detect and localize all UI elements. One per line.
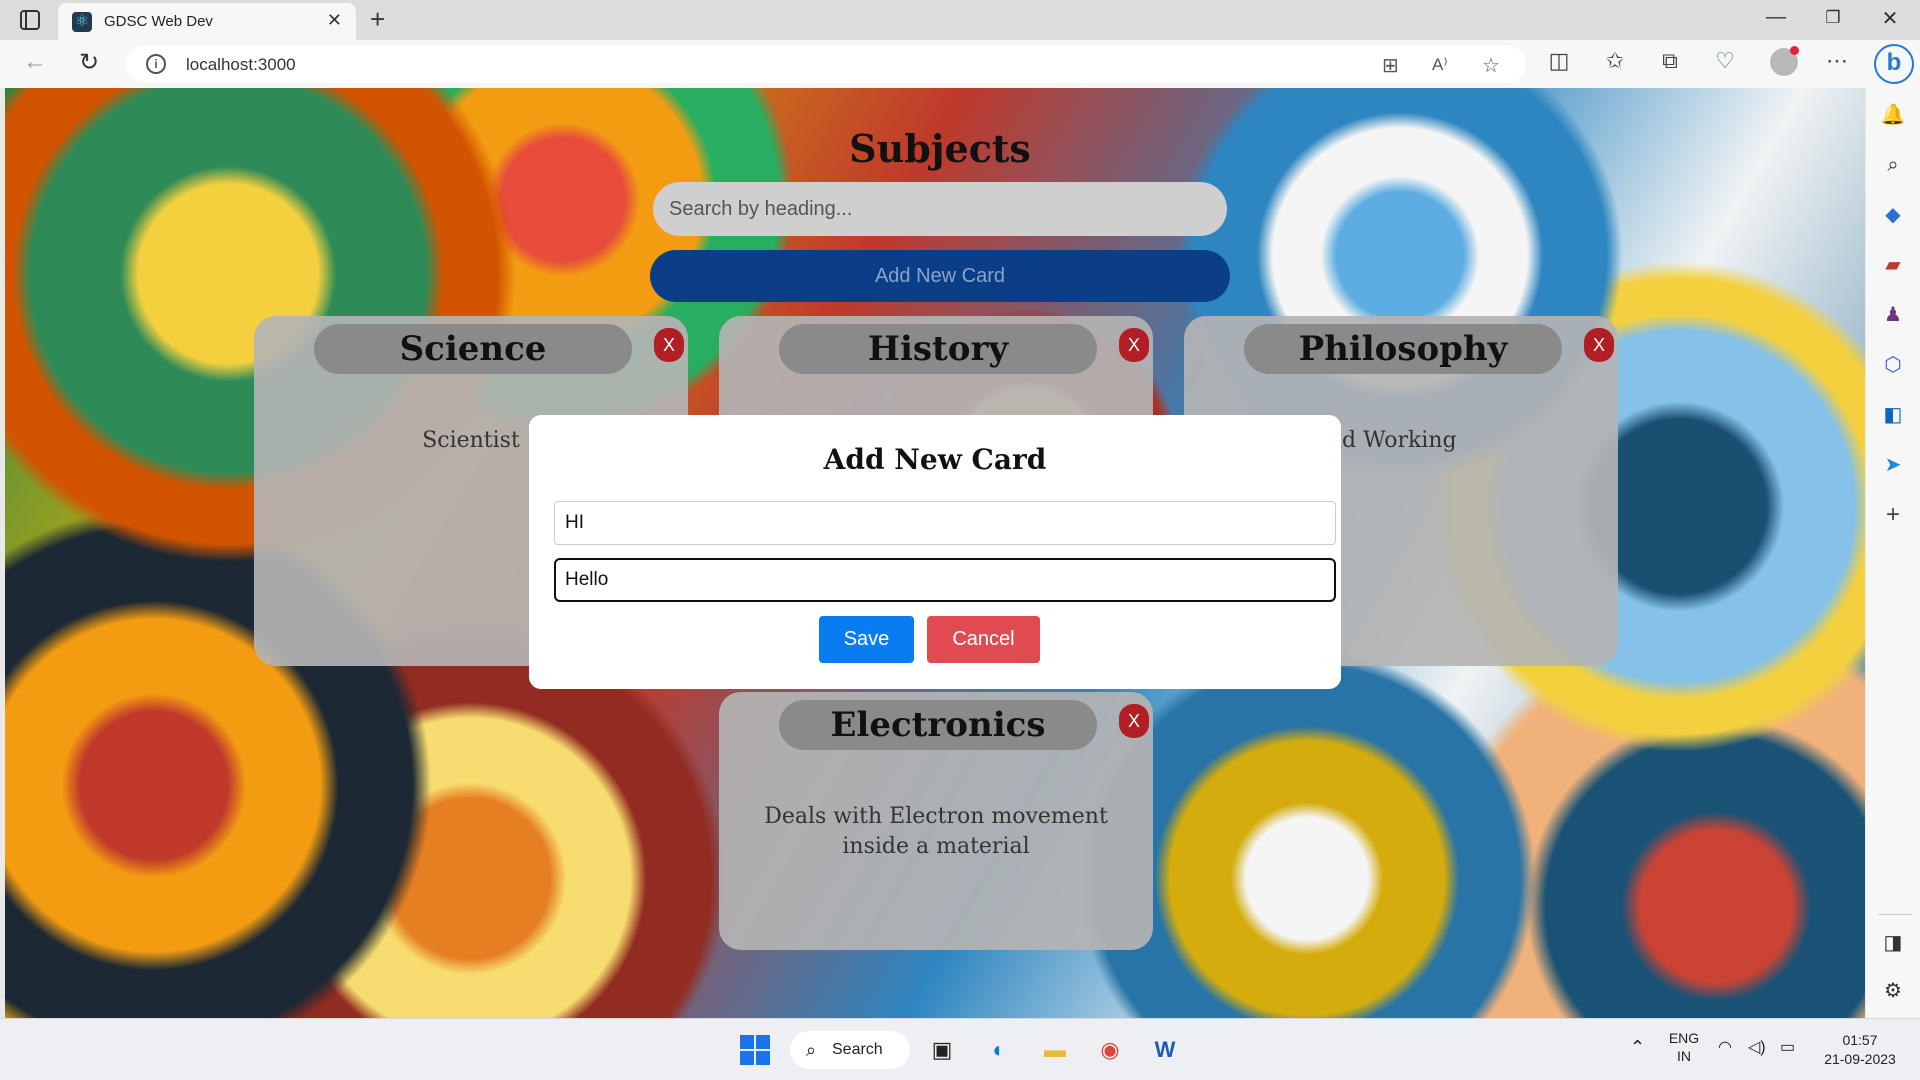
edge-icon[interactable]: ◐ <box>982 1033 1016 1067</box>
add-new-card-button[interactable]: Add New Card <box>650 250 1230 302</box>
settings-gear-icon[interactable]: ⚙ <box>1880 978 1906 1004</box>
edge-sidebar: 🔔 ⌕ ◆ ▰ ♟ ⬡ ◧ ➤ + ◨ ⚙ <box>1866 88 1920 1018</box>
hide-sidebar-icon[interactable]: ◨ <box>1880 930 1906 956</box>
add-sidebar-app-icon[interactable]: + <box>1880 502 1906 528</box>
notification-dot <box>1790 46 1799 55</box>
copilot-icon[interactable]: b <box>1874 44 1914 84</box>
more-options-icon[interactable]: ⋯ <box>1822 48 1852 74</box>
wifi-icon[interactable]: ◠ <box>1718 1037 1732 1057</box>
cancel-button[interactable]: Cancel <box>927 616 1040 663</box>
card-body: Deals with Electron movement inside a ma… <box>764 804 1108 859</box>
browser-toolbar: ← ↻ i localhost:3000 ⊞ A⁾ ☆ ◫ ✩ ⧉ ♡ ⋯ b <box>0 40 1920 88</box>
windows-taskbar: ⌕ Search ▣ ◐ ▬ ◉ W ⌃ ENG IN ◠ ◁) ▭ 01:57… <box>0 1018 1920 1080</box>
read-aloud-icon[interactable]: A⁾ <box>1432 55 1448 75</box>
split-screen-icon[interactable]: ◫ <box>1544 48 1574 74</box>
modal-title: Add New Card <box>823 443 1047 476</box>
tab-close-icon[interactable]: ✕ <box>327 10 342 31</box>
lang-top: ENG <box>1668 1030 1700 1046</box>
lang-bottom: IN <box>1677 1048 1691 1064</box>
search-icon[interactable]: ⌕ <box>1880 152 1906 178</box>
show-hidden-icons-icon[interactable]: ⌃ <box>1630 1037 1645 1058</box>
address-bar[interactable]: i localhost:3000 ⊞ A⁾ ☆ <box>126 45 1526 83</box>
taskbar-search-label: Search <box>832 1041 883 1058</box>
body-input[interactable]: Hello <box>554 558 1336 602</box>
language-indicator[interactable]: ENG IN <box>1668 1029 1700 1065</box>
word-icon[interactable]: W <box>1148 1033 1182 1067</box>
delete-card-button[interactable]: X <box>1584 328 1614 362</box>
browser-tab-bar: ⚛ GDSC Web Dev ✕ + — ❐ ✕ <box>0 0 1920 40</box>
tools-icon[interactable]: ▰ <box>1880 252 1906 278</box>
search-input[interactable]: Search by heading... <box>653 182 1227 236</box>
card-heading: Philosophy <box>1244 324 1562 374</box>
card-electronics: Electronics X Deals with Electron moveme… <box>719 692 1153 950</box>
card-heading: History <box>779 324 1097 374</box>
clock[interactable]: 01:57 21-09-2023 <box>1820 1031 1900 1069</box>
chrome-icon[interactable]: ◉ <box>1093 1033 1127 1067</box>
sidebar-divider <box>1878 914 1912 915</box>
back-arrow-icon[interactable]: ← <box>18 48 52 76</box>
games-icon[interactable]: ♟ <box>1880 302 1906 328</box>
favorite-star-icon[interactable]: ☆ <box>1482 53 1500 78</box>
collections-icon[interactable]: ⧉ <box>1655 48 1685 74</box>
microsoft365-icon[interactable]: ⬡ <box>1880 352 1906 378</box>
card-heading: Science <box>314 324 632 374</box>
taskbar-search[interactable]: ⌕ Search <box>790 1031 910 1069</box>
browser-essentials-icon[interactable]: ♡ <box>1710 48 1740 74</box>
shopping-tag-icon[interactable]: ◆ <box>1880 202 1906 228</box>
refresh-icon[interactable]: ↻ <box>72 48 106 77</box>
browser-tab[interactable]: ⚛ GDSC Web Dev ✕ <box>58 3 356 40</box>
new-tab-button[interactable]: + <box>370 4 385 35</box>
date: 21-09-2023 <box>1824 1051 1896 1067</box>
page-title: Subjects <box>849 126 1031 171</box>
add-card-modal: Add New Card HI Hello Save Cancel <box>529 415 1341 689</box>
window-close-icon[interactable]: ✕ <box>1870 6 1910 31</box>
minimize-icon[interactable]: — <box>1756 6 1796 29</box>
bell-icon[interactable]: 🔔 <box>1880 102 1906 128</box>
url-text[interactable]: localhost:3000 <box>186 55 296 75</box>
file-explorer-icon[interactable]: ▬ <box>1038 1033 1072 1067</box>
save-button[interactable]: Save <box>819 616 914 663</box>
delete-card-button[interactable]: X <box>1119 704 1149 738</box>
outlook-icon[interactable]: ◧ <box>1880 402 1906 428</box>
send-icon[interactable]: ➤ <box>1880 452 1906 478</box>
delete-card-button[interactable]: X <box>654 328 684 362</box>
battery-icon[interactable]: ▭ <box>1780 1037 1795 1057</box>
restore-icon[interactable]: ❐ <box>1813 8 1853 28</box>
react-favicon-icon: ⚛ <box>72 12 92 32</box>
search-icon: ⌕ <box>806 1040 817 1060</box>
favorites-icon[interactable]: ✩ <box>1600 48 1630 74</box>
heading-input[interactable]: HI <box>554 501 1336 545</box>
tab-actions-icon[interactable] <box>20 10 40 30</box>
site-info-icon[interactable]: i <box>146 54 166 74</box>
card-heading: Electronics <box>779 700 1097 750</box>
windows-start-icon[interactable] <box>740 1035 770 1065</box>
task-view-icon[interactable]: ▣ <box>925 1033 959 1067</box>
volume-icon[interactable]: ◁) <box>1748 1037 1766 1057</box>
tab-title: GDSC Web Dev <box>104 13 213 30</box>
delete-card-button[interactable]: X <box>1119 328 1149 362</box>
app-available-icon[interactable]: ⊞ <box>1382 53 1399 78</box>
time: 01:57 <box>1842 1032 1878 1048</box>
